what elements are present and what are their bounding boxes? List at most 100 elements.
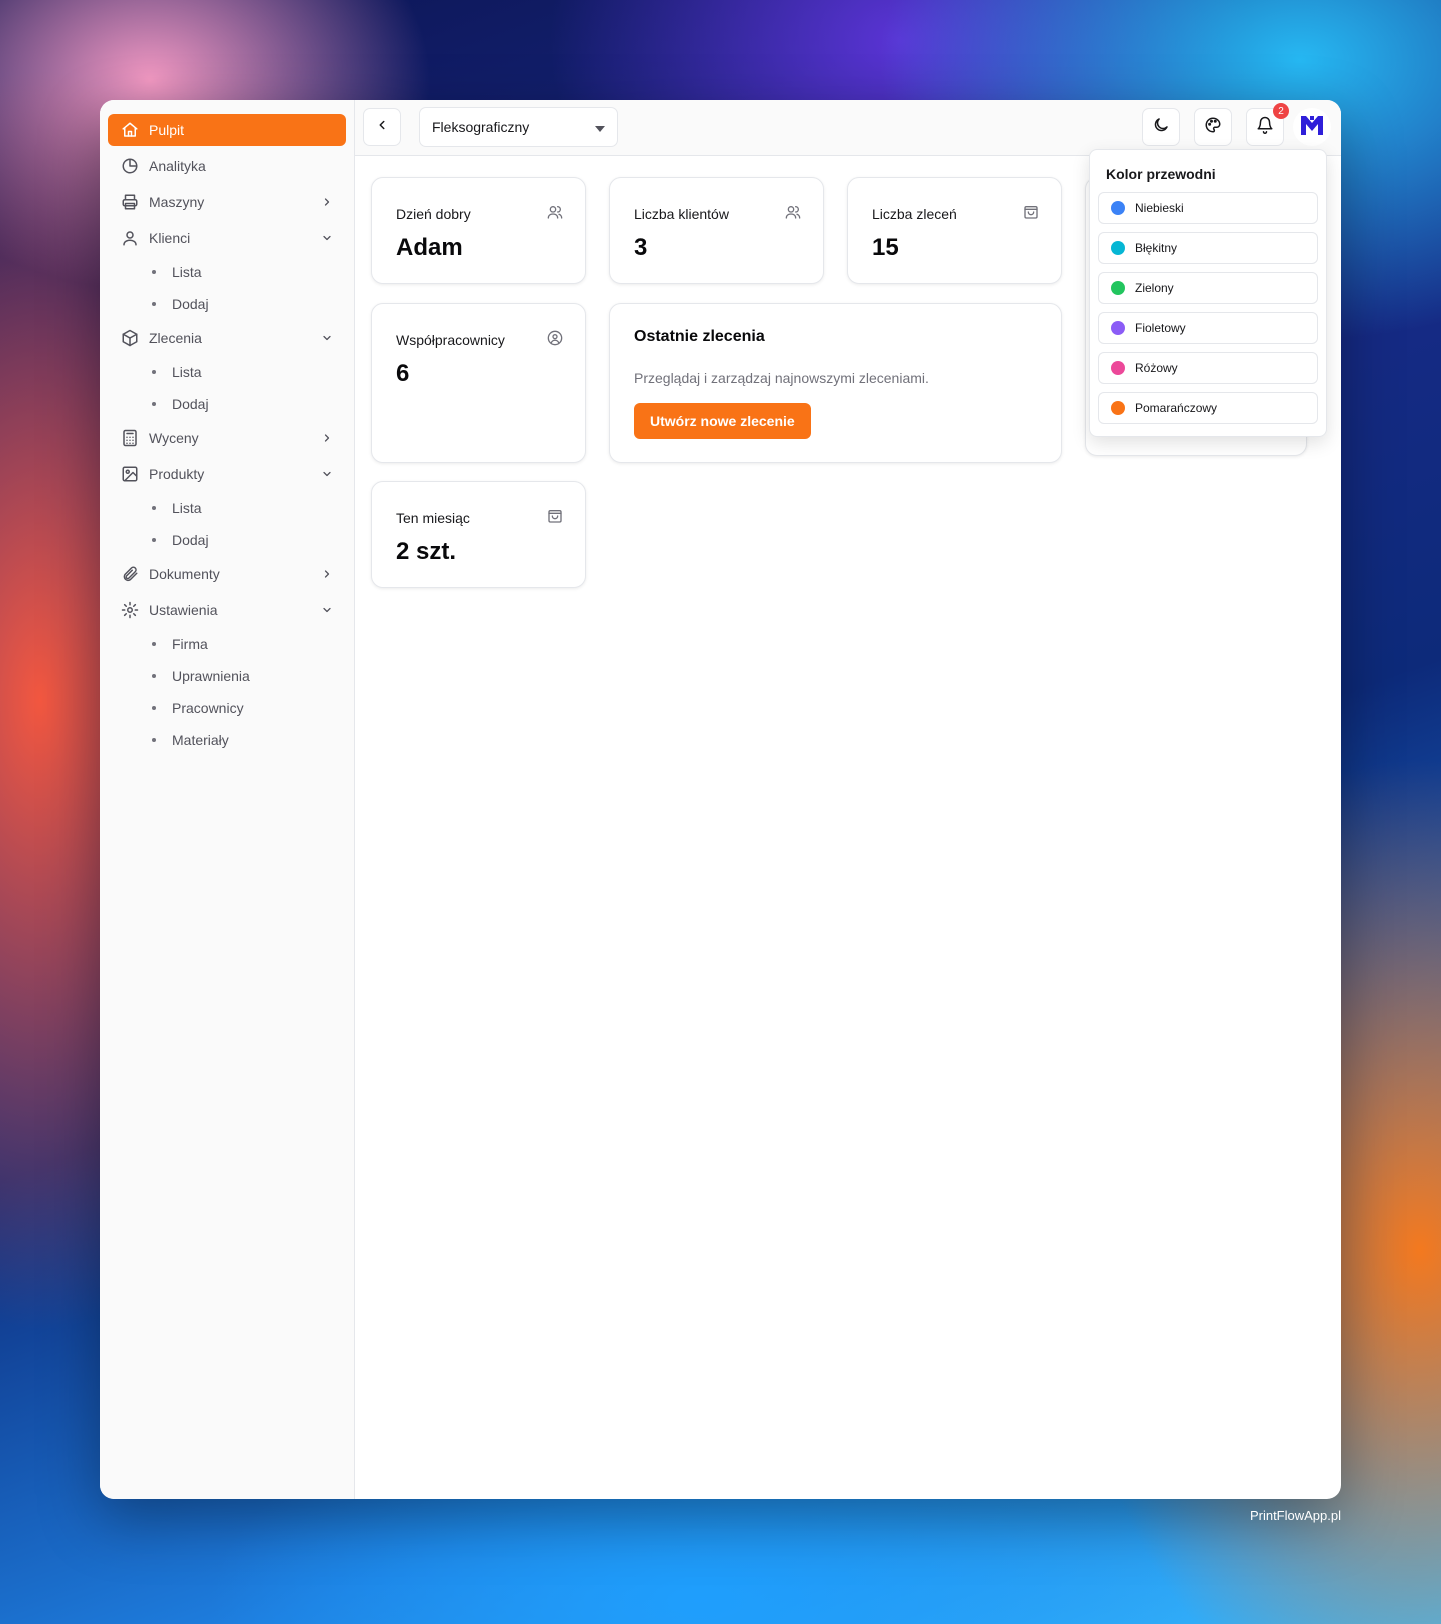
users-icon — [785, 204, 801, 220]
sidebar-subitem-materialy[interactable]: Materiały — [108, 726, 346, 754]
box-icon — [120, 328, 140, 348]
footer-brand-text: PrintFlowApp.pl — [1249, 1508, 1341, 1523]
calculator-icon — [120, 428, 140, 448]
topbar: Fleksograficzny 2 — [355, 100, 1341, 156]
sidebar-subitem-label: Pracownicy — [172, 700, 244, 716]
sidebar-item-dokumenty[interactable]: Dokumenty — [108, 558, 346, 590]
card-value: 6 — [396, 360, 410, 387]
card-title: Liczba klientów — [634, 206, 729, 222]
moon-icon — [1152, 116, 1170, 139]
color-option-zielony[interactable]: Zielony — [1098, 272, 1318, 304]
color-option-rozowy[interactable]: Różowy — [1098, 352, 1318, 384]
shopping-bag-icon — [547, 508, 563, 524]
notifications-button[interactable]: 2 — [1246, 103, 1289, 146]
sidebar-item-label: Produkty — [149, 466, 205, 482]
chevron-right-icon — [320, 195, 334, 209]
color-option-niebieski[interactable]: Niebieski — [1098, 192, 1318, 224]
sidebar-item-label: Wyceny — [149, 430, 199, 446]
color-swatch — [1111, 281, 1125, 295]
sidebar-subitem-label: Firma — [172, 636, 208, 652]
gear-icon — [120, 600, 140, 620]
sidebar-subitem-produkty-dodaj[interactable]: Dodaj — [108, 526, 346, 554]
image-icon — [120, 464, 140, 484]
bullet-dot — [152, 506, 156, 510]
sidebar-item-maszyny[interactable]: Maszyny — [108, 186, 346, 218]
color-option-label: Fioletowy — [1135, 321, 1186, 335]
bullet-dot — [152, 270, 156, 274]
color-option-blekitny[interactable]: Błękitny — [1098, 232, 1318, 264]
sidebar-subitem-label: Lista — [172, 264, 202, 280]
app-window: Pulpit Analityka Maszyny Klienci Lista D… — [100, 100, 1341, 1499]
sidebar-item-label: Maszyny — [149, 194, 205, 210]
sidebar-subitem-pracownicy[interactable]: Pracownicy — [108, 694, 346, 722]
dark-mode-toggle-button[interactable] — [1142, 108, 1180, 146]
color-swatch — [1111, 201, 1125, 215]
card-value: Adam — [396, 234, 463, 261]
card-value: 15 — [872, 234, 899, 261]
user-menu-button[interactable] — [1293, 108, 1331, 146]
chevron-right-icon — [320, 567, 334, 581]
card-title: Dzień dobry — [396, 206, 471, 222]
sidebar-item-wyceny[interactable]: Wyceny — [108, 422, 346, 454]
color-option-label: Błękitny — [1135, 241, 1178, 255]
sidebar-subitem-klienci-lista[interactable]: Lista — [108, 258, 346, 286]
sidebar-item-label: Klienci — [149, 230, 191, 246]
sidebar-subitem-produkty-lista[interactable]: Lista — [108, 494, 346, 522]
sidebar-item-label: Dokumenty — [149, 566, 220, 582]
collapse-sidebar-button[interactable] — [363, 108, 401, 146]
popover-title: Kolor przewodni — [1106, 166, 1216, 182]
sidebar-subitem-label: Lista — [172, 500, 202, 516]
chart-pie-icon — [120, 156, 140, 176]
sidebar-subitem-zlecenia-dodaj[interactable]: Dodaj — [108, 390, 346, 418]
sidebar-item-ustawienia[interactable]: Ustawienia — [108, 594, 346, 626]
color-option-pomaranczowy[interactable]: Pomarańczowy — [1098, 392, 1318, 424]
sidebar: Pulpit Analityka Maszyny Klienci Lista D… — [100, 100, 355, 1499]
chevron-down-icon — [320, 331, 334, 345]
bullet-dot — [152, 538, 156, 542]
sidebar-subitem-label: Dodaj — [172, 396, 209, 412]
sidebar-subitem-klienci-dodaj[interactable]: Dodaj — [108, 290, 346, 318]
sidebar-item-label: Analityka — [149, 158, 206, 174]
sidebar-subitem-uprawnienia[interactable]: Uprawnienia — [108, 662, 346, 690]
bullet-dot — [152, 302, 156, 306]
user-circle-icon — [547, 330, 563, 346]
app-logo-icon — [1300, 114, 1324, 141]
sidebar-subitem-label: Dodaj — [172, 296, 209, 312]
sidebar-subitem-zlecenia-lista[interactable]: Lista — [108, 358, 346, 386]
paperclip-icon — [120, 564, 140, 584]
bullet-dot — [152, 706, 156, 710]
clients-count-card: Liczba klientów 3 — [609, 177, 824, 284]
theme-color-button[interactable] — [1194, 108, 1232, 146]
color-option-label: Różowy — [1135, 361, 1178, 375]
sidebar-subitem-firma[interactable]: Firma — [108, 630, 346, 658]
card-value: 3 — [634, 234, 648, 261]
sidebar-item-zlecenia[interactable]: Zlecenia — [108, 322, 346, 354]
sidebar-item-label: Ustawienia — [149, 602, 218, 618]
bullet-dot — [152, 674, 156, 678]
chevron-left-icon — [375, 118, 389, 137]
orders-count-card: Liczba zleceń 15 — [847, 177, 1062, 284]
color-option-label: Pomarańczowy — [1135, 401, 1218, 415]
printer-icon — [120, 192, 140, 212]
chevron-down-icon — [320, 231, 334, 245]
color-option-label: Zielony — [1135, 281, 1174, 295]
sidebar-item-label: Pulpit — [149, 122, 185, 138]
users-icon — [547, 204, 563, 220]
sidebar-subitem-label: Dodaj — [172, 532, 209, 548]
recent-orders-card: Ostatnie zlecenia Przeglądaj i zarządzaj… — [609, 303, 1062, 463]
sidebar-subitem-label: Materiały — [172, 732, 229, 748]
chevron-down-icon — [320, 603, 334, 617]
sidebar-item-analityka[interactable]: Analityka — [108, 150, 346, 182]
sidebar-subitem-label: Lista — [172, 364, 202, 380]
bullet-dot — [152, 370, 156, 374]
sidebar-item-produkty[interactable]: Produkty — [108, 458, 346, 490]
company-type-select[interactable]: Fleksograficzny — [419, 107, 618, 147]
create-order-button[interactable]: Utwórz nowe zlecenie — [634, 403, 811, 439]
select-value: Fleksograficzny — [432, 119, 530, 135]
color-option-fioletowy[interactable]: Fioletowy — [1098, 312, 1318, 344]
coworkers-card: Współpracownicy 6 — [371, 303, 586, 463]
bullet-dot — [152, 738, 156, 742]
sidebar-item-pulpit[interactable]: Pulpit — [108, 114, 346, 146]
card-title: Współpracownicy — [396, 332, 505, 348]
sidebar-item-klienci[interactable]: Klienci — [108, 222, 346, 254]
